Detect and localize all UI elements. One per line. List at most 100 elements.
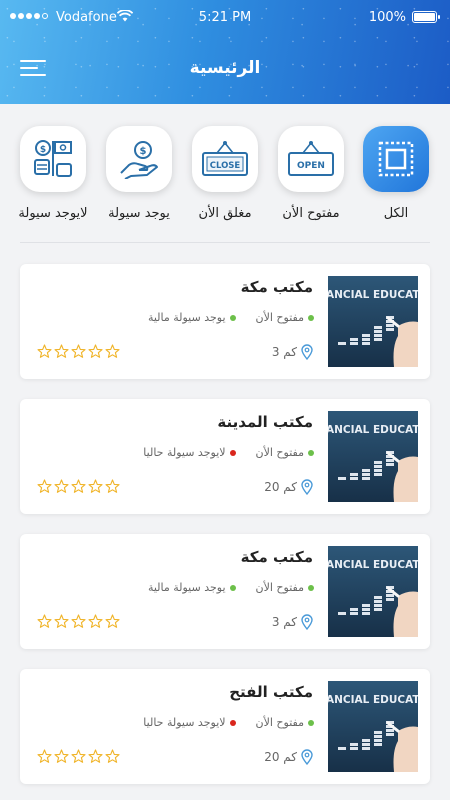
filter-bar: الكل OPEN مفتوح الأن CLOSE مغلق الأن $ ي… (0, 126, 450, 231)
star-rating[interactable] (37, 614, 120, 629)
status-row: مفتوح الأن لايوجد سيولة حاليا (143, 446, 314, 459)
svg-text:ANCIAL EDUCAT: ANCIAL EDUCAT (328, 694, 418, 706)
cash-status: لايوجد سيولة حاليا (143, 446, 236, 459)
cash-status: يوجد سيولة مالية (148, 581, 236, 594)
star-rating[interactable] (37, 479, 120, 494)
filter-tile: OPEN (278, 126, 344, 192)
filter-label: لايوجد سيولة (18, 206, 88, 221)
star-icon[interactable] (88, 749, 103, 764)
star-icon[interactable] (105, 479, 120, 494)
svg-text:ANCIAL EDUCAT: ANCIAL EDUCAT (328, 559, 418, 571)
star-icon[interactable] (105, 614, 120, 629)
office-card[interactable]: ANCIAL EDUCAT مكتب الفتح مفتوح الأن لايو… (20, 669, 430, 784)
distance-text: 3 كم (271, 345, 297, 359)
office-name: مكتب المدينة (217, 413, 313, 431)
status-row: مفتوح الأن لايوجد سيولة حاليا (143, 716, 314, 729)
select-all-icon (378, 141, 414, 177)
star-icon[interactable] (71, 749, 86, 764)
filter-open[interactable]: OPEN مفتوح الأن (278, 126, 344, 221)
star-rating[interactable] (37, 749, 120, 764)
office-name: مكتب الفتح (229, 683, 313, 701)
distance: 3 كم (272, 344, 313, 360)
status-dot (308, 449, 314, 456)
open-status-text: مفتوح الأن (255, 716, 304, 729)
svg-text:ANCIAL EDUCAT: ANCIAL EDUCAT (328, 289, 418, 301)
star-icon[interactable] (88, 344, 103, 359)
filter-tile: $ (20, 126, 86, 192)
cash-status-text: يوجد سيولة مالية (147, 311, 226, 324)
money-exchange-icon: $ (34, 140, 72, 177)
cash-status: لايوجد سيولة حاليا (143, 716, 236, 729)
status-dot (308, 584, 314, 591)
distance-text: 20 كم (264, 750, 297, 764)
location-pin-icon (301, 344, 313, 360)
star-icon[interactable] (37, 749, 52, 764)
star-icon[interactable] (37, 344, 52, 359)
star-icon[interactable] (54, 479, 69, 494)
open-status: مفتوح الأن (256, 311, 314, 324)
status-dot (308, 314, 314, 321)
open-status-text: مفتوح الأن (255, 311, 304, 324)
office-name: مكتب مكة (240, 548, 313, 566)
status-row: مفتوح الأن يوجد سيولة مالية (148, 581, 314, 594)
status-dot (308, 719, 314, 726)
status-dot (229, 314, 236, 321)
close-sign-icon: CLOSE (202, 141, 248, 176)
status-dot (229, 449, 236, 456)
distance: 20 كم (264, 479, 313, 495)
star-icon[interactable] (71, 344, 86, 359)
open-status: مفتوح الأن (256, 581, 314, 594)
open-status-text: مفتوح الأن (255, 446, 304, 459)
star-icon[interactable] (37, 614, 52, 629)
cash-status: يوجد سيولة مالية (148, 311, 236, 324)
battery-percent: 100% (368, 10, 406, 25)
star-icon[interactable] (54, 749, 69, 764)
star-icon[interactable] (88, 614, 103, 629)
star-rating[interactable] (37, 344, 120, 359)
filter-all[interactable]: الكل (363, 126, 429, 221)
location-pin-icon (301, 749, 313, 765)
status-dot (229, 719, 236, 726)
cash-status-text: يوجد سيولة مالية (147, 581, 226, 594)
star-icon[interactable] (54, 344, 69, 359)
filter-closed[interactable]: CLOSE مغلق الأن (192, 126, 258, 221)
distance: 20 كم (264, 749, 313, 765)
star-icon[interactable] (88, 479, 103, 494)
office-thumbnail: ANCIAL EDUCAT (328, 276, 418, 367)
svg-text:ANCIAL EDUCAT: ANCIAL EDUCAT (328, 424, 418, 436)
star-icon[interactable] (54, 614, 69, 629)
filter-no-cash[interactable]: $ لايوجد سيولة (18, 126, 88, 221)
svg-text:OPEN: OPEN (297, 161, 325, 171)
location-pin-icon (301, 479, 313, 495)
filter-tile: CLOSE (192, 126, 258, 192)
office-list: ANCIAL EDUCAT مكتب مكة مفتوح الأن يوجد س… (20, 264, 430, 800)
page-title: الرئيسية (189, 58, 261, 78)
office-thumbnail: ANCIAL EDUCAT (328, 546, 418, 637)
cash-status-text: لايوجد سيولة حاليا (143, 446, 226, 459)
cash-status-text: لايوجد سيولة حاليا (143, 716, 226, 729)
office-card[interactable]: ANCIAL EDUCAT مكتب مكة مفتوح الأن يوجد س… (20, 264, 430, 379)
star-icon[interactable] (105, 344, 120, 359)
star-icon[interactable] (105, 749, 120, 764)
location-pin-icon (301, 614, 313, 630)
filter-cash[interactable]: $ يوجد سيولة (106, 126, 172, 221)
star-icon[interactable] (37, 479, 52, 494)
office-name: مكتب مكة (240, 278, 313, 296)
divider (20, 242, 430, 243)
distance-text: 20 كم (264, 480, 297, 494)
status-row: مفتوح الأن يوجد سيولة مالية (148, 311, 314, 324)
filter-tile: $ (106, 126, 172, 192)
distance: 3 كم (272, 614, 313, 630)
office-card[interactable]: ANCIAL EDUCAT مكتب المدينة مفتوح الأن لا… (20, 399, 430, 514)
svg-text:CLOSE: CLOSE (210, 161, 241, 171)
office-thumbnail: ANCIAL EDUCAT (328, 681, 418, 772)
open-status: مفتوح الأن (256, 716, 314, 729)
open-status-text: مفتوح الأن (255, 581, 304, 594)
star-icon[interactable] (71, 614, 86, 629)
office-card[interactable]: ANCIAL EDUCAT مكتب مكة مفتوح الأن يوجد س… (20, 534, 430, 649)
office-thumbnail: ANCIAL EDUCAT (328, 411, 418, 502)
status-bar: Vodafone 5:21 PM 100% (0, 0, 450, 36)
open-status: مفتوح الأن (256, 446, 314, 459)
star-icon[interactable] (71, 479, 86, 494)
app-header: Vodafone 5:21 PM 100% الرئيسية (0, 0, 450, 104)
